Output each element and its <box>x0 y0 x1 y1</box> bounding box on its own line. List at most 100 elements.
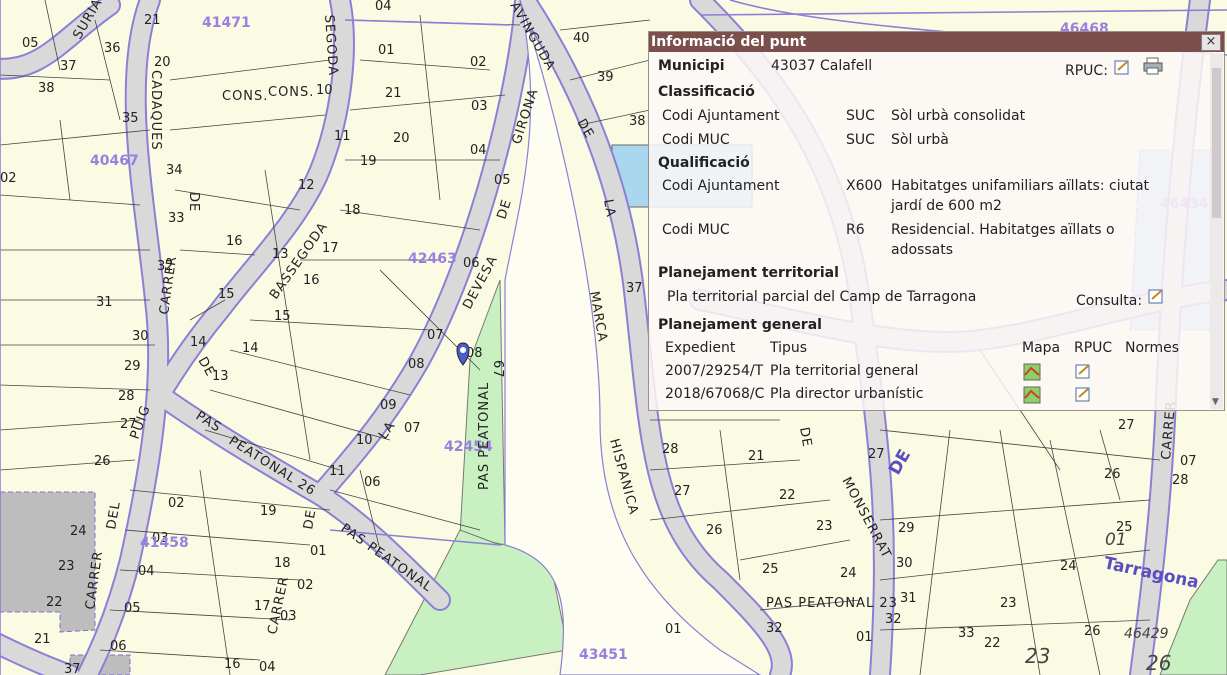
lot-number: 02 <box>297 578 314 593</box>
lot-number: 07 <box>404 421 421 436</box>
lot-number: 10 <box>356 433 373 448</box>
lot-number: 23 <box>1000 596 1017 611</box>
qualificacio-row-desc: Habitatges unifamiliars aïllats: ciutat <box>891 178 1150 194</box>
street-label: PAS PEATONAL 23 <box>766 596 898 611</box>
lot-number: 37 <box>626 281 643 296</box>
street-label: CADAQUES <box>148 70 163 151</box>
qualificacio-row-desc: Residencial. Habitatges aïllats o <box>891 222 1115 238</box>
lot-number: 16 <box>303 273 320 288</box>
lot-number: 38 <box>629 114 646 129</box>
lot-number: 02 <box>0 171 17 186</box>
lot-number: 08 <box>408 357 425 372</box>
plan-tipus: Pla director urbanístic <box>770 386 924 402</box>
parcel-id: 40467 <box>90 153 139 169</box>
lot-number: 21 <box>34 632 51 647</box>
lot-number: 28 <box>1172 473 1189 488</box>
lot-number: 31 <box>96 295 113 310</box>
lot-number: 05 <box>22 36 39 51</box>
popup-title: Informació del punt <box>651 34 807 50</box>
popup-header: Informació del punt <box>649 32 1224 52</box>
plan-expedient: 2007/29254/T <box>665 363 764 379</box>
parcel-id: 46429 <box>1124 626 1169 642</box>
classificacio-row-code: SUC <box>846 108 875 124</box>
lot-number: 27 <box>1118 418 1135 433</box>
qualificacio-row-label: Codi Ajuntament <box>662 178 780 194</box>
lot-number: 31 <box>900 591 917 606</box>
lot-number: 19 <box>360 154 377 169</box>
popup-scrollbar[interactable]: ▼ <box>1210 54 1223 409</box>
lot-number: 23 <box>816 519 833 534</box>
lot-number: 24 <box>840 566 857 581</box>
plan-tipus: Pla territorial general <box>770 363 919 379</box>
lot-number: 03 <box>471 99 488 114</box>
lot-number: 30 <box>132 329 149 344</box>
lot-number: 14 <box>190 335 207 350</box>
col-header-expedient: Expedient <box>665 340 736 356</box>
lot-number: 07 <box>1180 454 1197 469</box>
lot-number: 26 <box>94 454 111 469</box>
territorial-plan: Pla territorial parcial del Camp de Tarr… <box>667 289 977 305</box>
street-label: CONS. <box>268 85 314 100</box>
territorial-heading: Planejament territorial <box>658 265 839 281</box>
lot-number: 01 <box>310 544 327 559</box>
lot-number: 26 <box>706 523 723 538</box>
lot-number: 13 <box>272 247 289 262</box>
rpuc-document-icon[interactable] <box>1075 386 1093 402</box>
lot-number: 01 <box>665 622 682 637</box>
lot-number: 22 <box>46 595 63 610</box>
map-icon[interactable] <box>1023 363 1041 381</box>
qualificacio-row-label: Codi MUC <box>662 222 730 238</box>
lot-number: 02 <box>470 55 487 70</box>
lot-number: 21 <box>748 449 765 464</box>
print-icon[interactable] <box>1143 57 1163 75</box>
lot-number: 22 <box>779 488 796 503</box>
lot-number: 01 <box>378 43 395 58</box>
lot-number: 28 <box>662 442 679 457</box>
scrollbar-thumb[interactable] <box>1212 68 1221 218</box>
parcel-id: 41471 <box>202 15 251 31</box>
scroll-down-icon[interactable]: ▼ <box>1212 397 1219 407</box>
info-popup: Informació del punt × Municipi 43037 Cal… <box>648 31 1225 411</box>
lot-number: 38 <box>38 81 55 96</box>
lot-number: 20 <box>154 55 171 70</box>
lot-number: 36 <box>104 41 121 56</box>
map-icon[interactable] <box>1023 386 1041 404</box>
street-label: CONS. <box>222 89 268 104</box>
close-button[interactable]: × <box>1201 34 1221 51</box>
consulta-label: Consulta: <box>1076 293 1143 309</box>
col-header-rpuc: RPUC <box>1074 340 1113 356</box>
lot-number: 01 <box>856 630 873 645</box>
rpuc-document-icon[interactable] <box>1114 59 1132 75</box>
classificacio-row-label: Codi Ajuntament <box>662 108 780 124</box>
classificacio-row-label: Codi MUC <box>662 132 730 148</box>
lot-number: 40 <box>573 31 590 46</box>
lot-number: 09 <box>380 398 397 413</box>
lot-number: 33 <box>958 626 975 641</box>
lot-number: 39 <box>597 70 614 85</box>
lot-number: 35 <box>122 111 139 126</box>
lot-number: 28 <box>118 389 135 404</box>
municipi-label: Municipi <box>658 58 725 74</box>
lot-number: 30 <box>896 556 913 571</box>
lot-number: 04 <box>375 0 392 14</box>
lot-number: 32 <box>885 612 902 627</box>
lot-number: 23 <box>58 559 75 574</box>
classificacio-row-code: SUC <box>846 132 875 148</box>
consulta-document-icon[interactable] <box>1148 288 1166 304</box>
rpuc-document-icon[interactable] <box>1075 363 1093 379</box>
lot-number: 11 <box>329 464 346 479</box>
street-label: LA <box>600 198 618 219</box>
street-label: 67 <box>490 360 505 379</box>
lot-number: 16 <box>226 234 243 249</box>
plan-expedient: 2018/67068/C <box>665 386 765 402</box>
lot-number: 24 <box>1060 559 1077 574</box>
lot-number: 10 <box>316 83 333 98</box>
qualificacio-row-desc: jardí de 600 m2 <box>891 198 1002 214</box>
lot-number: 05 <box>494 173 511 188</box>
qualificacio-row-code: R6 <box>846 222 865 238</box>
parcel-id: 41458 <box>140 535 189 551</box>
lot-number: 37 <box>64 662 81 675</box>
street-label: PAS PEATONAL <box>477 382 492 490</box>
qualificacio-row-desc: adossats <box>891 242 953 258</box>
lot-number: 12 <box>298 178 315 193</box>
